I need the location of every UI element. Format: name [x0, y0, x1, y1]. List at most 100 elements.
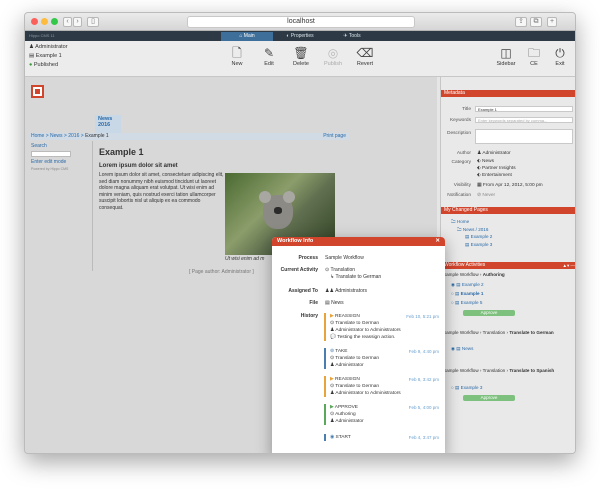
- activity-item-example-1[interactable]: ○ ▤ Example 1: [451, 291, 483, 297]
- article-title: Example 1: [99, 147, 144, 157]
- activity-group-1-title: Sample Workflow › Authoring: [443, 272, 505, 277]
- delete-label: Delete: [293, 61, 309, 67]
- publish-label: Publish: [323, 61, 343, 67]
- doc-status-text: Published: [33, 62, 59, 68]
- history-5-date: Feb 4, 3:47 pm: [408, 435, 439, 440]
- search-input[interactable]: [31, 151, 71, 157]
- g3-task-text: Translate to Spanish: [509, 368, 555, 373]
- activity-item-news[interactable]: ◉ ▤ News: [451, 346, 473, 352]
- history-entry-3: ▶ REASSIGN Feb 8, 3:42 pm ⊙ Translate to …: [324, 376, 441, 397]
- article-subtitle: Lorem ipsum dolor sit amet: [99, 163, 178, 169]
- new-button[interactable]: 🗋 New: [223, 45, 251, 67]
- approve-label-1: Approve: [480, 310, 498, 315]
- changed-home[interactable]: 🗀 Home: [451, 218, 469, 226]
- file-value-text: News: [331, 300, 344, 306]
- keywords-label: Keywords: [449, 118, 471, 123]
- tab-tools-label: Tools: [348, 33, 361, 39]
- workflow-info-header: Workflow Info ✕: [272, 237, 445, 246]
- exit-button[interactable]: ⏻ Exit: [546, 45, 574, 67]
- sidebar-label: Sidebar: [496, 61, 516, 67]
- changed-path[interactable]: 🗀 News / 2016: [457, 226, 488, 234]
- notification-value-text: Never: [482, 193, 496, 198]
- site-logo: [31, 85, 44, 98]
- metadata-header[interactable]: Metadata: [441, 90, 575, 97]
- process-label: Process: [298, 255, 318, 261]
- history-4-date: Feb 5, 4:00 pm: [408, 405, 439, 410]
- tab-properties[interactable]: ◐ Properties: [275, 32, 325, 41]
- activity-item-example-3[interactable]: ○ ▤ Example 3: [451, 385, 482, 391]
- right-sidebar: Metadata Title Example 1 Keywords Enter …: [440, 77, 575, 453]
- approve-button-2[interactable]: Approve: [463, 395, 515, 401]
- description-label: Description: [447, 131, 471, 136]
- url-bar[interactable]: localhost: [187, 16, 415, 28]
- pencil-icon: ✎: [263, 46, 275, 60]
- history-entry-4: ▶ APPROVE Feb 5, 4:00 pm ⊙ Authoring ♟ Ad…: [324, 404, 441, 425]
- history-entry-2: ⊚ TAKE Feb 9, 4:40 pm ⊙ Translate to Germ…: [324, 348, 441, 369]
- new-tab-icon[interactable]: +: [547, 17, 557, 27]
- g2-item-text: News: [461, 346, 474, 351]
- activities-menu-icon[interactable]: ▲▾ —: [563, 262, 575, 269]
- publish-button[interactable]: ◎ Publish: [319, 45, 347, 67]
- sidebar-toggle-icon[interactable]: ▯: [87, 17, 99, 27]
- notification-value: ⊘ Never: [477, 193, 496, 198]
- changed-item-example-2[interactable]: ▤ Example 2: [465, 234, 492, 240]
- trash-icon: 🗑: [293, 46, 309, 60]
- history-4-action: APPROVE: [334, 405, 358, 410]
- changed-home-text: Home: [456, 219, 470, 224]
- g2-task-text: Translate to German: [509, 330, 554, 335]
- print-link[interactable]: Print page: [323, 133, 346, 140]
- minimize-window-button[interactable]: [41, 18, 48, 25]
- edit-mode-link[interactable]: Enter edit mode: [31, 159, 90, 165]
- workflow-info-title: Workflow Info: [277, 238, 314, 244]
- close-icon[interactable]: ✕: [435, 237, 440, 246]
- changed-pages-label: My Changed Pages: [444, 207, 488, 213]
- nav-news[interactable]: News 2016: [95, 115, 121, 133]
- file-value[interactable]: ▤ News: [325, 300, 344, 306]
- activity-item-example-5[interactable]: ○ ▤ Example 5: [451, 300, 482, 306]
- forward-icon[interactable]: ›: [73, 17, 82, 27]
- g1-task-text: Authoring: [482, 272, 505, 277]
- visibility-value-text: From Apr 12, 2012, 5:00 pm: [482, 183, 543, 188]
- ce-button[interactable]: 🗀 CE: [520, 45, 548, 67]
- tab-tools[interactable]: ✈ Tools: [327, 32, 377, 41]
- workflow-activities-header[interactable]: Workflow Activities ▲▾ —: [441, 262, 575, 269]
- changed-item-example-3[interactable]: ▤ Example 3: [465, 242, 492, 248]
- keywords-field[interactable]: Enter keywords separated by comma...: [475, 117, 573, 123]
- activity-sub-text: Translate to German: [335, 274, 382, 280]
- visibility-value: ▦ From Apr 12, 2012, 5:00 pm: [477, 183, 543, 188]
- keywords-placeholder: Enter keywords separated by comma...: [478, 118, 548, 123]
- tab-main[interactable]: ⌂ Main: [221, 32, 273, 41]
- title-field-value: Example 1: [478, 107, 497, 112]
- tabs-icon[interactable]: ⧉: [530, 17, 542, 27]
- zoom-window-button[interactable]: [51, 18, 58, 25]
- edit-button[interactable]: ✎ Edit: [255, 45, 283, 67]
- breadcrumb-path[interactable]: Home > News > 2016 >: [31, 133, 85, 139]
- changed-pages-header[interactable]: My Changed Pages: [441, 207, 575, 214]
- assigned-label: Assigned To: [288, 288, 318, 294]
- power-icon: ⏻: [555, 46, 565, 60]
- reassign-icon-2: ▶: [330, 377, 334, 382]
- close-window-button[interactable]: [31, 18, 38, 25]
- edit-label: Edit: [264, 61, 274, 67]
- take-icon: ⊚: [330, 349, 335, 354]
- activity-item-example-2[interactable]: ◉ ▤ Example 2: [451, 282, 484, 288]
- revert-button[interactable]: ⌫ Revert: [351, 45, 379, 67]
- share-icon[interactable]: ⇪: [515, 17, 527, 27]
- breadcrumb-current: Example 1: [85, 133, 109, 139]
- description-field[interactable]: [475, 129, 573, 144]
- author-value-text: Administrator: [482, 151, 511, 156]
- history-entry-5: ◉ START Feb 4, 3:47 pm: [324, 434, 441, 441]
- powered-by-text: Powered by Hippo CMS: [31, 167, 69, 171]
- category-label: Category: [451, 160, 471, 165]
- delete-button[interactable]: 🗑 Delete: [287, 45, 315, 67]
- g1-item-1: Example 1: [460, 291, 484, 296]
- approve-button-1[interactable]: Approve: [463, 310, 515, 316]
- back-icon[interactable]: ‹: [63, 17, 72, 27]
- sidebar-button[interactable]: ◫ Sidebar: [492, 45, 520, 67]
- article-body: Lorem ipsum dolor sit amet, consectetuer…: [99, 172, 224, 211]
- notification-label: Notification: [447, 193, 471, 198]
- doc-name-text: Example 1: [35, 53, 62, 59]
- page-author-line: [ Page author: Administrator ]: [189, 269, 254, 275]
- history-2-line-1: Translate to German: [335, 356, 380, 361]
- title-field[interactable]: Example 1: [475, 106, 573, 112]
